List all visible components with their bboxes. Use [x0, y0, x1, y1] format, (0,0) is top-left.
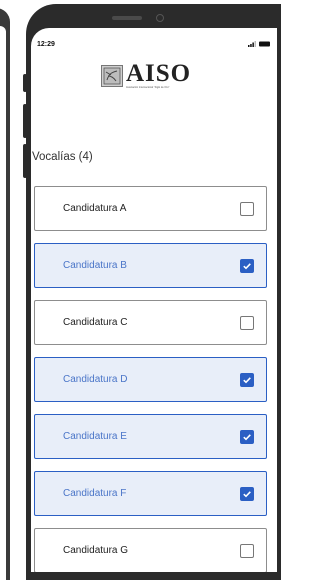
logo-title: AISO — [126, 60, 192, 87]
candidate-label: Candidatura E — [63, 431, 127, 442]
status-icons — [248, 41, 271, 47]
phone-frame-bottom — [26, 572, 281, 580]
candidate-checkbox[interactable] — [240, 429, 254, 444]
logo-subtitle: Asociación Internacional “Siglo de Oro” — [126, 86, 170, 89]
candidate-checkbox[interactable] — [240, 258, 254, 273]
candidate-checkbox[interactable] — [240, 201, 254, 216]
aiso-logo: AISO Asociación Internacional “Siglo de … — [101, 60, 231, 92]
candidate-option[interactable]: Candidatura C — [34, 300, 267, 345]
mute-switch — [23, 74, 27, 92]
signal-icon — [248, 41, 256, 47]
candidate-label: Candidatura D — [63, 374, 128, 385]
front-camera — [156, 14, 164, 22]
candidate-checkbox[interactable] — [240, 486, 254, 501]
candidate-checkbox[interactable] — [240, 372, 254, 387]
checkmark-icon — [243, 262, 251, 269]
earpiece-speaker — [112, 16, 142, 20]
candidate-option[interactable]: Candidatura F — [34, 471, 267, 516]
checkmark-icon — [243, 376, 251, 383]
adjacent-device-screen — [0, 26, 6, 580]
candidate-option[interactable]: Candidatura E — [34, 414, 267, 459]
battery-icon — [259, 41, 270, 47]
section-title: Vocalías (4) — [32, 151, 93, 163]
phone-frame: 12:29 AISO Asociación Internacional “Sig… — [23, 4, 281, 580]
candidate-label: Candidatura G — [63, 545, 129, 556]
candidate-option[interactable]: Candidatura D — [34, 357, 267, 402]
candidate-option[interactable]: Candidatura G — [34, 528, 267, 573]
volume-down-button — [23, 144, 27, 178]
candidate-label: Candidatura C — [63, 317, 128, 328]
checkmark-icon — [243, 490, 251, 497]
aiso-emblem-icon — [101, 65, 123, 87]
candidate-checkbox[interactable] — [240, 315, 254, 330]
adjacent-device-frame — [0, 8, 10, 580]
candidate-option[interactable]: Candidatura A — [34, 186, 267, 231]
candidate-list: Candidatura A Candidatura B Candidatura … — [34, 186, 267, 576]
candidate-label: Candidatura B — [63, 260, 127, 271]
status-bar: 12:29 — [31, 37, 277, 51]
phone-screen: 12:29 AISO Asociación Internacional “Sig… — [31, 28, 277, 576]
volume-up-button — [23, 104, 27, 138]
checkmark-icon — [243, 433, 251, 440]
candidate-option[interactable]: Candidatura B — [34, 243, 267, 288]
candidate-label: Candidatura F — [63, 488, 127, 499]
status-time: 12:29 — [37, 40, 55, 48]
candidate-checkbox[interactable] — [240, 543, 254, 558]
candidate-label: Candidatura A — [63, 203, 127, 214]
